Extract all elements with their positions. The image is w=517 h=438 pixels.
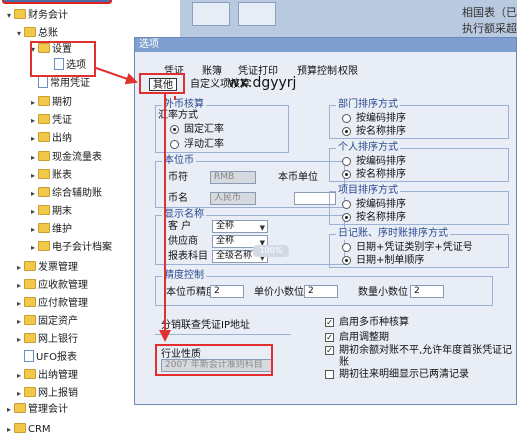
sidebar-item-label: 凭证 [52,115,72,126]
folder-icon [38,114,50,124]
chevron-right-icon[interactable]: ▸ [28,150,38,166]
folder-icon [38,96,50,106]
annotation-arrow-left [95,67,138,85]
chevron-right-icon[interactable]: ▸ [28,95,38,111]
sidebar-item[interactable]: ▸ 管理会计 [4,402,68,418]
folder-icon [38,132,50,142]
watermark-text: wx:dgyyrj [228,75,297,91]
annotation-arrows [159,94,176,342]
sidebar-item[interactable]: ▸ 应收款管理 [14,278,88,294]
folder-icon [14,423,26,433]
sidebar-item[interactable]: ▸ 网上报销 [14,386,78,402]
folder-icon [24,261,36,271]
folder-icon [38,187,50,197]
folder-icon [38,205,50,215]
chevron-right-icon[interactable]: ▸ [28,168,38,184]
sidebar-item-label: 出纳 [52,133,72,144]
chevron-right-icon[interactable]: ▸ [4,402,14,418]
sidebar-item[interactable]: ▸ 维护 [28,222,72,238]
sidebar-item-label: 应收款管理 [38,280,88,291]
sidebar-item[interactable]: ▸ CRM [4,422,51,438]
sidebar-item[interactable]: ▸ 应付款管理 [14,296,88,312]
folder-icon [24,315,36,325]
sidebar-item-label: 电子会计档案 [52,242,112,253]
chevron-right-icon[interactable]: ▸ [28,222,38,238]
sidebar-item[interactable]: ▸ 出纳管理 [14,368,78,384]
sidebar-item-label: 固定资产 [38,316,78,327]
sidebar-item[interactable]: ▸ 账表 [28,168,72,184]
options-dialog: 选项 凭证 账簿 凭证打印 预算控制 权限 其他 自定义项核算 外币核算 汇率方… [134,37,517,405]
sidebar-item[interactable]: ▸ 综合辅助账 [28,186,102,202]
sidebar-item[interactable]: ▸ 发票管理 [14,260,78,276]
folder-icon [38,169,50,179]
chevron-right-icon[interactable]: ▸ [28,113,38,129]
chevron-right-icon[interactable]: ▸ [14,296,24,312]
chevron-right-icon[interactable]: ▸ [14,314,24,330]
chevron-right-icon[interactable]: ▸ [14,368,24,384]
sidebar-item-label: 网上报销 [38,388,78,399]
folder-icon [38,151,50,161]
folder-icon [24,333,36,343]
sidebar-item-label: 发票管理 [38,262,78,273]
chevron-right-icon[interactable]: ▸ [28,204,38,220]
sidebar-item[interactable]: ▸ 期初 [28,95,72,111]
folder-icon [24,297,36,307]
sidebar-item-label: 出纳管理 [38,370,78,381]
sidebar-item-label: 网上银行 [38,334,78,345]
background-window: 相国表（已执行额采超标） [180,0,517,51]
sidebar-item[interactable]: ▸ 网上银行 [14,332,78,348]
folder-icon [24,387,36,397]
sidebar-item-label: 现金流量表 [52,152,102,163]
chevron-right-icon[interactable]: ▸ [14,386,24,402]
sidebar-item[interactable]: ▸ 期末 [28,204,72,220]
sidebar-item[interactable]: ▸ 凭证 [28,113,72,129]
sidebar-item-label: CRM [28,424,51,435]
sidebar-item-label: 维护 [52,224,72,235]
sidebar-item[interactable]: UFO报表 [14,350,77,366]
chevron-right-icon[interactable]: ▸ [28,131,38,147]
folder-icon [38,223,50,233]
folder-icon [24,369,36,379]
sidebar-item-label: 期末 [52,206,72,217]
sidebar-item-label: 账表 [52,170,72,181]
sidebar-item-label: 应付款管理 [38,298,88,309]
folder-icon [24,279,36,289]
sidebar-item[interactable]: ▸ 现金流量表 [28,150,102,166]
arrow-to-other-tab [95,67,138,85]
chevron-right-icon[interactable]: ▸ [14,332,24,348]
sidebar-item[interactable]: ▸ 电子会计档案 [28,240,112,256]
sidebar-item-label: 期初 [52,97,72,108]
chevron-right-icon[interactable]: ▸ [14,260,24,276]
chevron-right-icon[interactable]: ▸ [28,186,38,202]
chevron-right-icon[interactable]: ▸ [4,422,14,438]
folder-icon [38,241,50,251]
toolbar-button[interactable] [238,2,276,26]
sidebar-item-label: UFO报表 [36,352,77,363]
sidebar-item[interactable]: ▸ 出纳 [28,131,72,147]
page-icon [24,350,34,362]
sidebar-item-label: 管理会计 [28,404,68,415]
toolbar-button[interactable] [192,2,230,26]
sidebar-item-label: 综合辅助账 [52,188,102,199]
chevron-right-icon[interactable]: ▸ [28,240,38,256]
chevron-right-icon[interactable]: ▸ [14,278,24,294]
sidebar-item[interactable]: ▸ 固定资产 [14,314,78,330]
